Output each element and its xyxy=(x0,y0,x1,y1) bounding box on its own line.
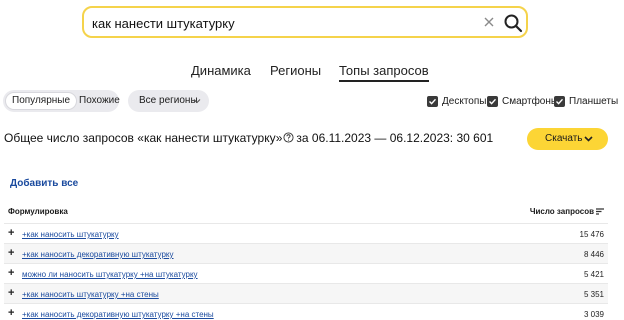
phrase-count: 5 421 xyxy=(583,270,604,279)
phrase-link[interactable]: можно ли наносить штукатурку +на штукату… xyxy=(22,270,198,279)
phrase-link[interactable]: +как наносить декоративную штукатурку xyxy=(22,250,174,259)
table-row: + +как наносить штукатурку 15 476 xyxy=(4,223,608,243)
download-button[interactable]: Скачать xyxy=(527,128,608,150)
popular-similar-switch: Популярные Похожие xyxy=(3,90,120,112)
chevron-down-icon xyxy=(193,99,201,104)
phrase-link[interactable]: +как наносить штукатурку xyxy=(22,230,119,239)
phrase-count: 8 446 xyxy=(583,250,604,259)
column-count-header[interactable]: Число запросов xyxy=(530,207,604,216)
chevron-down-icon xyxy=(584,136,593,142)
check-icon xyxy=(554,96,565,107)
sort-icon[interactable] xyxy=(596,208,604,215)
download-label: Скачать xyxy=(545,133,583,144)
add-phrase-button[interactable]: + xyxy=(8,248,14,259)
check-icon xyxy=(487,96,498,107)
clear-icon[interactable] xyxy=(480,13,498,31)
add-phrase-button[interactable]: + xyxy=(8,288,14,299)
add-phrase-button[interactable]: + xyxy=(8,228,14,239)
regions-label: Все регионы xyxy=(139,95,198,106)
add-phrase-button[interactable]: + xyxy=(8,308,14,319)
add-phrase-button[interactable]: + xyxy=(8,268,14,279)
checkbox-desktop-label: Десктопы xyxy=(442,96,487,107)
help-icon[interactable] xyxy=(283,132,294,143)
check-icon xyxy=(427,96,438,107)
total-queries: Общее число запросов «как нанести штукат… xyxy=(4,131,493,145)
column-phrase-header: Формулировка xyxy=(8,207,68,216)
similar-button[interactable]: Похожие xyxy=(73,92,126,110)
regions-dropdown[interactable]: Все регионы xyxy=(128,90,209,112)
total-queries-suffix: за 06.11.2023 — 06.12.2023: 30 601 xyxy=(296,131,494,145)
tab-top-queries[interactable]: Топы запросов xyxy=(339,63,429,82)
checkbox-smartphones-label: Смартфоны xyxy=(502,96,559,107)
phrase-count: 3 039 xyxy=(583,310,604,319)
popular-button[interactable]: Популярные xyxy=(5,92,78,110)
table-header: Формулировка Число запросов xyxy=(8,207,604,221)
total-queries-prefix: Общее число запросов «как нанести штукат… xyxy=(4,131,283,145)
table-row: + +как наносить декоративную штукатурку … xyxy=(4,303,608,320)
table-row: + можно ли наносить штукатурку +на штука… xyxy=(4,263,608,283)
search-icon[interactable] xyxy=(502,12,524,34)
column-count-label: Число запросов xyxy=(529,207,594,216)
phrase-link[interactable]: +как наносить декоративную штукатурку +н… xyxy=(22,310,214,319)
table-row: + +как наносить штукатурку +на стены 5 3… xyxy=(4,283,608,303)
tab-regions[interactable]: Регионы xyxy=(270,63,321,78)
add-all-link[interactable]: Добавить все xyxy=(10,178,78,189)
phrase-count: 5 351 xyxy=(583,290,604,299)
table-row: + +как наносить декоративную штукатурку … xyxy=(4,243,608,263)
phrase-count: 15 476 xyxy=(579,230,604,239)
phrase-link[interactable]: +как наносить штукатурку +на стены xyxy=(22,290,159,299)
checkbox-tablets-label: Планшеты xyxy=(569,96,619,107)
tab-dynamics[interactable]: Динамика xyxy=(191,63,251,78)
search-input[interactable] xyxy=(92,14,452,32)
search-box[interactable] xyxy=(82,6,528,38)
queries-table: + +как наносить штукатурку 15 476 + +как… xyxy=(4,223,608,320)
tabs: Динамика Регионы Топы запросов xyxy=(0,63,624,82)
